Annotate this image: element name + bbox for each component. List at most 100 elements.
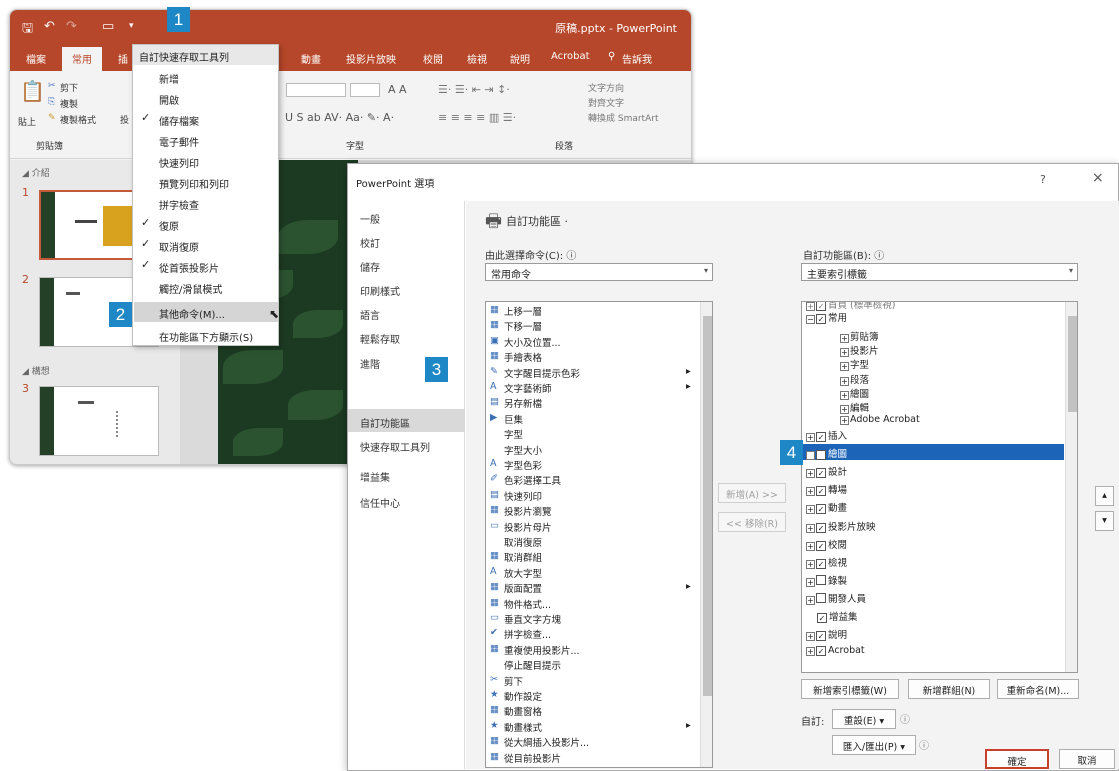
save-icon[interactable]: 🖫 bbox=[22, 19, 33, 41]
redo-icon[interactable]: ↷ bbox=[66, 19, 77, 34]
undo-icon[interactable]: ↶ bbox=[44, 19, 55, 34]
menu-item-save[interactable]: 儲存檔案 bbox=[159, 113, 199, 128]
tree-tab-item[interactable]: + ✓ 投影片放映 bbox=[806, 519, 876, 533]
nav-language[interactable]: 語言 bbox=[360, 307, 380, 322]
list-icons[interactable]: ☰· ☰· ⇤ ⇥ ↕· bbox=[438, 83, 510, 96]
command-item[interactable]: 文字醒目提示色彩 bbox=[504, 366, 580, 380]
tell-me-icon[interactable]: ⚲ bbox=[608, 51, 615, 62]
command-item[interactable]: 取消群組 bbox=[504, 550, 542, 564]
tree-tab-item[interactable]: + 錄製 bbox=[806, 573, 847, 587]
tree-tab-item[interactable]: + ✓ 轉場 bbox=[806, 482, 847, 497]
command-item[interactable]: 文字藝術師 bbox=[504, 381, 552, 395]
command-item[interactable]: 拼字檢查... bbox=[504, 627, 551, 641]
command-item[interactable]: 手繪表格 bbox=[504, 350, 542, 364]
slide-thumbnail-3[interactable] bbox=[39, 386, 159, 456]
command-item[interactable]: 從大綱插入投影片... bbox=[504, 735, 589, 749]
tab-help[interactable]: 說明 bbox=[510, 51, 530, 66]
tree-scroll-thumb[interactable] bbox=[1068, 316, 1077, 412]
command-item[interactable]: 投影片母片 bbox=[504, 520, 552, 534]
tree-group-item[interactable]: + 段落 bbox=[840, 372, 869, 386]
font-name-box[interactable] bbox=[286, 83, 346, 97]
menu-item-new[interactable]: 新增 bbox=[159, 71, 179, 86]
commands-scrollbar[interactable] bbox=[700, 302, 712, 767]
menu-item-more-commands[interactable]: 其他命令(M)... bbox=[159, 306, 225, 321]
tree-tab-item[interactable]: + ✓ 校閱 bbox=[806, 537, 847, 551]
choose-commands-dropdown[interactable]: 常用命令 ▾ bbox=[485, 263, 713, 281]
command-item[interactable]: 快速列印 bbox=[504, 489, 542, 503]
menu-item-spelling[interactable]: 拼字檢查 bbox=[159, 197, 199, 212]
command-item[interactable]: 另存新檔 bbox=[504, 396, 542, 410]
nav-proofing[interactable]: 校訂 bbox=[360, 235, 380, 250]
tree-tab-item[interactable]: + ✓ 繪圖 bbox=[806, 446, 847, 461]
menu-item-email[interactable]: 電子郵件 bbox=[159, 134, 199, 149]
nav-typography[interactable]: 印刷樣式 bbox=[360, 283, 400, 298]
menu-item-print-preview[interactable]: 預覽列印和列印 bbox=[159, 176, 229, 191]
command-item[interactable]: 上移一層 bbox=[504, 304, 542, 318]
tree-tab-item[interactable]: ✓ 增益集 bbox=[806, 609, 858, 623]
tab-slideshow[interactable]: 投影片放映 bbox=[346, 51, 396, 66]
format-painter-label[interactable]: 複製格式 bbox=[60, 113, 96, 126]
command-item[interactable]: 垂直文字方塊 bbox=[504, 612, 561, 626]
close-button[interactable]: × bbox=[1092, 170, 1104, 186]
move-down-button[interactable]: ▾ bbox=[1095, 511, 1114, 531]
align-text-label[interactable]: 對齊文字 bbox=[588, 96, 624, 109]
command-item[interactable]: 字型色彩 bbox=[504, 458, 542, 472]
command-item[interactable]: 動作設定 bbox=[504, 689, 542, 703]
nav-customize-ribbon[interactable]: 自訂功能區 bbox=[360, 415, 410, 430]
nav-trust-center[interactable]: 信任中心 bbox=[360, 495, 400, 510]
help-button[interactable]: ? bbox=[1040, 173, 1046, 186]
tree-tab-item[interactable]: + ✓ 設計 bbox=[806, 464, 847, 479]
text-direction-label[interactable]: 文字方向 bbox=[588, 81, 624, 94]
tab-file[interactable]: 檔案 bbox=[26, 51, 46, 66]
cut-label[interactable]: 剪下 bbox=[60, 81, 78, 94]
menu-item-show-below-ribbon[interactable]: 在功能區下方顯示(S) bbox=[159, 329, 253, 344]
command-item[interactable]: 從目前投影片 bbox=[504, 751, 561, 765]
paste-icon[interactable]: 📋 bbox=[20, 79, 45, 103]
menu-item-undo[interactable]: 復原 bbox=[159, 218, 179, 233]
tab-home[interactable]: 常用 bbox=[62, 47, 102, 71]
commands-scroll-thumb[interactable] bbox=[703, 316, 712, 696]
tree-tab-home[interactable]: − ✓ 常用 bbox=[806, 310, 847, 324]
tree-tab-item[interactable]: + ✓ Acrobat bbox=[806, 645, 865, 657]
tree-tab-item[interactable]: + ✓ 插入 bbox=[806, 428, 847, 442]
command-item[interactable]: 投影片瀏覽 bbox=[504, 504, 552, 518]
font-format-icons[interactable]: U S ab AV· Aa· ✎· A· bbox=[285, 111, 394, 124]
smartart-label[interactable]: 轉換成 SmartArt bbox=[588, 111, 658, 124]
nav-advanced[interactable]: 進階 bbox=[360, 356, 380, 371]
reset-button[interactable]: 重設(E) ▾ bbox=[832, 709, 896, 729]
command-item[interactable]: 重複使用投影片... bbox=[504, 643, 580, 657]
menu-item-open[interactable]: 開啟 bbox=[159, 92, 179, 107]
nav-save[interactable]: 儲存 bbox=[360, 259, 380, 274]
add-button[interactable]: 新增(A) >> bbox=[718, 483, 786, 503]
nav-accessibility[interactable]: 輕鬆存取 bbox=[360, 331, 400, 346]
ribbon-tabs-tree[interactable]: + ✓ 首頁 (標準檢視) − ✓ 常用 + 剪貼簿 + 投影片 + 字型 + 段落 + 繪圖 + 編輯 + Adob… bbox=[801, 301, 1078, 673]
menu-item-touch-mode[interactable]: 觸控/滑鼠模式 bbox=[159, 281, 222, 296]
remove-button[interactable]: << 移除(R) bbox=[718, 512, 786, 532]
font-size-box[interactable] bbox=[350, 83, 380, 97]
section-intro[interactable]: ◢ 介紹 bbox=[22, 166, 50, 179]
command-item[interactable]: 動畫窗格 bbox=[504, 704, 542, 718]
slideshow-icon[interactable]: ▭ bbox=[102, 19, 114, 34]
rename-button[interactable]: 重新命名(M)... bbox=[997, 679, 1079, 699]
command-item[interactable]: 字型 bbox=[504, 427, 523, 441]
menu-item-redo[interactable]: 取消復原 bbox=[159, 239, 199, 254]
customize-ribbon-dropdown[interactable]: 主要索引標籤 ▾ bbox=[801, 263, 1078, 281]
nav-quick-access-toolbar[interactable]: 快速存取工具列 bbox=[360, 439, 430, 454]
cancel-button[interactable]: 取消 bbox=[1059, 749, 1115, 769]
new-group-button[interactable]: 新增群組(N) bbox=[908, 679, 990, 699]
ok-button[interactable]: 確定 bbox=[985, 749, 1049, 769]
qat-dropdown-icon[interactable]: ▾ bbox=[129, 21, 134, 31]
command-item[interactable]: 剪下 bbox=[504, 674, 523, 688]
command-item[interactable]: 巨集 bbox=[504, 412, 523, 426]
command-item[interactable]: 版面配置 bbox=[504, 581, 542, 595]
command-item[interactable]: 動畫樣式 bbox=[504, 720, 542, 734]
align-icons[interactable]: ≡ ≡ ≡ ≡ ▥ ☰· bbox=[438, 111, 516, 124]
tree-group-item[interactable]: + 編輯 bbox=[840, 400, 869, 414]
command-item[interactable]: 色彩選擇工具 bbox=[504, 473, 561, 487]
tree-group-item[interactable]: + 字型 bbox=[840, 357, 869, 372]
paste-label[interactable]: 貼上 bbox=[18, 115, 36, 128]
menu-item-from-beginning[interactable]: 從首張投影片 bbox=[159, 260, 219, 275]
new-tab-button[interactable]: 新增索引標籤(W) bbox=[801, 679, 899, 699]
section-ideas[interactable]: ◢ 構想 bbox=[22, 364, 50, 377]
tree-tab-item[interactable]: + ✓ 說明 bbox=[806, 627, 847, 642]
